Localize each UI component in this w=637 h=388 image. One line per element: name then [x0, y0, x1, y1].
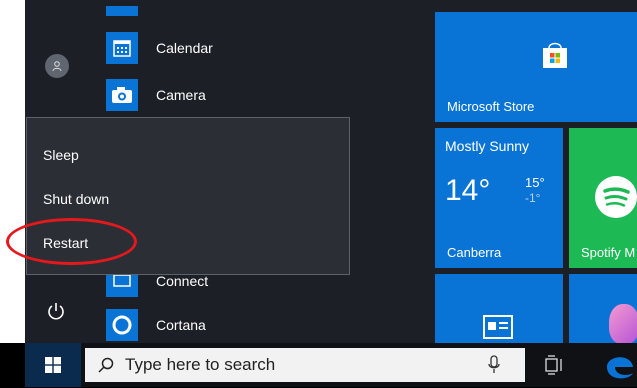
tile-news[interactable] [435, 274, 563, 343]
store-bag-icon [541, 40, 569, 75]
weather-low: -1° [525, 191, 541, 205]
news-icon [482, 314, 514, 343]
weather-high: 15° [525, 175, 545, 190]
windows-logo-icon [45, 357, 61, 373]
start-button[interactable] [25, 343, 81, 387]
task-view-icon[interactable] [543, 353, 567, 377]
restart-highlight-circle [6, 218, 137, 265]
tile-label: Microsoft Store [447, 99, 535, 114]
start-menu: Calendar Camera Connect Cortana Microsof… [0, 0, 637, 343]
background-edge [0, 0, 25, 343]
tile-weather[interactable]: Mostly Sunny 14° 15° -1° Canberra [435, 128, 563, 268]
edge-browser-icon[interactable] [603, 349, 637, 383]
taskbar-search-box[interactable]: Type here to search [85, 348, 525, 382]
weather-temp: 14° [445, 174, 491, 207]
start-menu-top-edge [0, 0, 637, 12]
search-placeholder: Type here to search [125, 355, 276, 374]
app-item-cortana[interactable]: Cortana [106, 305, 206, 343]
weather-city: Canberra [447, 245, 502, 260]
app-label: Camera [156, 87, 206, 103]
user-avatar-icon[interactable] [45, 54, 69, 78]
microphone-icon[interactable] [487, 355, 501, 375]
sleep-option[interactable]: Sleep [43, 147, 79, 163]
app-label: Connect [156, 273, 209, 289]
tile-microsoft-store[interactable]: Microsoft Store [435, 12, 637, 122]
app-tile-partial [106, 6, 138, 16]
weather-condition: Mostly Sunny [445, 138, 530, 154]
power-icon[interactable] [45, 300, 67, 322]
cortana-icon [106, 309, 138, 341]
tile-spotify[interactable]: Spotify M [569, 128, 637, 268]
app-label: Cortana [156, 317, 206, 333]
app-item-camera[interactable]: Camera [106, 75, 206, 115]
camera-icon [106, 79, 138, 111]
app-item-calendar[interactable]: Calendar [106, 28, 213, 68]
tile-label: Spotify M [581, 245, 636, 260]
paint-3d-icon [609, 304, 637, 343]
taskbar: Type here to search [25, 343, 637, 387]
tile-grid: Microsoft Store Mostly Sunny 14° 15° -1°… [435, 12, 637, 343]
shut-down-option[interactable]: Shut down [43, 191, 109, 207]
tile-paint3d[interactable] [569, 274, 637, 343]
spotify-icon [595, 176, 637, 218]
app-label: Calendar [156, 40, 213, 56]
calendar-icon [106, 32, 138, 64]
search-icon [98, 357, 114, 373]
